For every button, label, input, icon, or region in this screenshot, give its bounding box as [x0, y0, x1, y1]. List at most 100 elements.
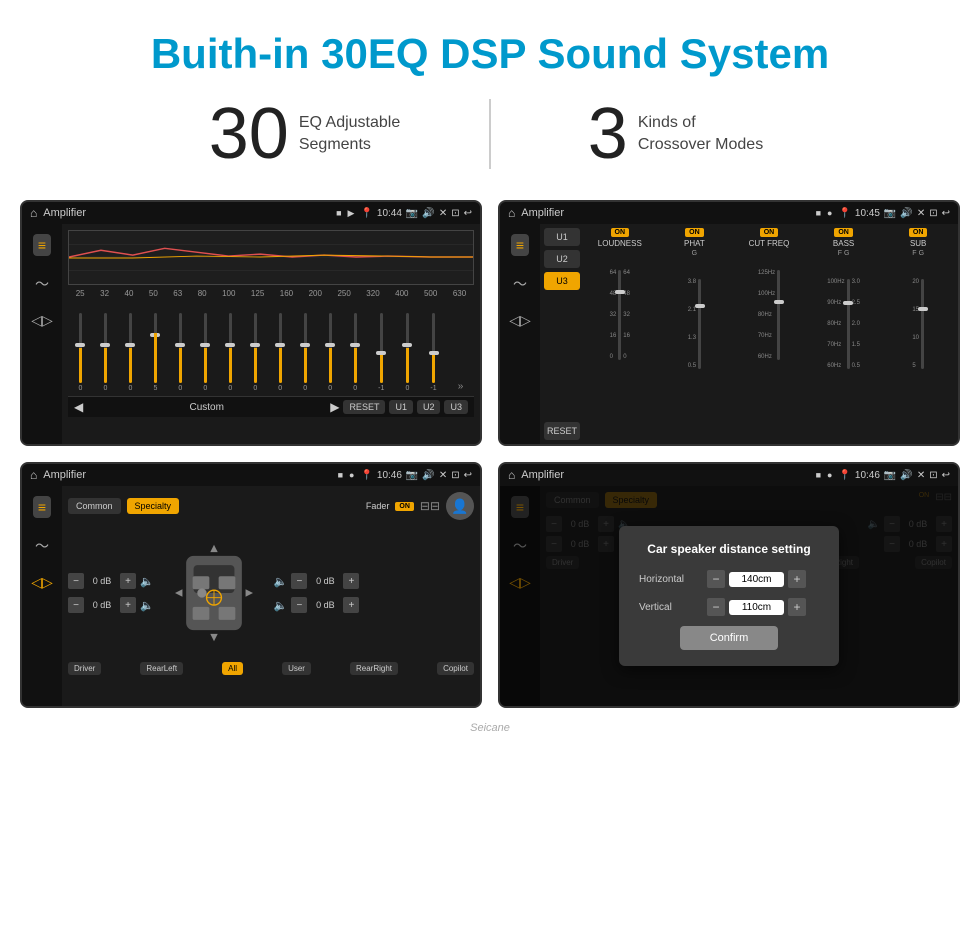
db-minus-rr[interactable]: −: [291, 597, 307, 613]
home-icon-2[interactable]: ⌂: [508, 206, 515, 220]
back-icon-1[interactable]: ↩: [464, 208, 472, 219]
specialty-sidebar: ≡ 〜 ◁▷: [22, 486, 62, 706]
back-icon-4[interactable]: ↩: [942, 470, 950, 481]
db-minus-fr[interactable]: −: [291, 573, 307, 589]
home-icon-4[interactable]: ⌂: [508, 468, 515, 482]
slider-col-6[interactable]: 0: [203, 313, 207, 392]
preset-u3[interactable]: U3: [544, 272, 580, 290]
eq-sidebar-wave[interactable]: 〜: [35, 274, 49, 294]
crossover-content: ≡ 〜 ◁▷ U1 U2 U3 RESET ON LOUDNESS: [500, 224, 958, 444]
horizontal-label: Horizontal: [639, 574, 699, 585]
user-avatar-btn[interactable]: 👤: [446, 492, 474, 520]
back-icon-3[interactable]: ↩: [464, 470, 472, 481]
eq-u2-btn[interactable]: U2: [417, 400, 441, 414]
slider-col-7[interactable]: 0: [228, 313, 232, 392]
vertical-minus[interactable]: −: [707, 598, 725, 616]
home-icon-1[interactable]: ⌂: [30, 206, 37, 220]
eq-u3-btn[interactable]: U3: [444, 400, 468, 414]
slider-col-13[interactable]: -1: [378, 313, 384, 392]
bass-toggle[interactable]: ON: [834, 228, 853, 237]
horizontal-input: − 140cm +: [707, 570, 806, 588]
slider-col-15[interactable]: -1: [430, 313, 436, 392]
sub-slider[interactable]: 2015105: [912, 259, 924, 369]
horizontal-plus[interactable]: +: [788, 570, 806, 588]
slider-col-4[interactable]: 5: [153, 313, 157, 392]
eq-next-btn[interactable]: ▶: [330, 400, 339, 414]
tab-common[interactable]: Common: [68, 498, 121, 514]
pos-copilot[interactable]: Copilot: [437, 662, 474, 675]
home-icon-3[interactable]: ⌂: [30, 468, 37, 482]
preset-u1[interactable]: U1: [544, 228, 580, 246]
db-plus-rl[interactable]: +: [120, 597, 136, 613]
slider-col-12[interactable]: 0: [353, 313, 357, 392]
slider-col-5[interactable]: 0: [178, 313, 182, 392]
camera-icon-3: 📷: [406, 470, 418, 481]
pos-all[interactable]: All: [222, 662, 243, 675]
cutfreq-slider[interactable]: 125Hz100Hz80Hz70Hz60Hz: [758, 250, 780, 360]
eq-reset-btn[interactable]: RESET: [343, 400, 385, 414]
pos-rearright[interactable]: RearRight: [350, 662, 398, 675]
fader-toggle[interactable]: ON: [395, 502, 414, 511]
loudness-toggle[interactable]: ON: [611, 228, 630, 237]
confirm-button[interactable]: Confirm: [680, 626, 779, 650]
specialty-sidebar-wave[interactable]: 〜: [35, 536, 49, 556]
crossover-sidebar-wave[interactable]: 〜: [513, 274, 527, 294]
db-plus-fl[interactable]: +: [120, 573, 136, 589]
eq-main-area: 253240506380100125160200250320400500630 …: [62, 224, 480, 444]
slider-col-1[interactable]: 0: [79, 313, 83, 392]
eq-sidebar-vol[interactable]: ◁▷: [31, 312, 53, 329]
specialty-main-area: Common Specialty Fader ON ⊟⊟ 👤 − 0 dB +: [62, 486, 480, 706]
slider-col-10[interactable]: 0: [303, 313, 307, 392]
screen-crossover: ⌂ Amplifier ■ ● 📍 10:45 📷 🔊 ✕ ⊡ ↩ ≡ 〜 ◁▷: [498, 200, 960, 446]
vertical-input: − 110cm +: [707, 598, 806, 616]
preset-u2[interactable]: U2: [544, 250, 580, 268]
tab-specialty[interactable]: Specialty: [127, 498, 180, 514]
crossover-sidebar-eq[interactable]: ≡: [511, 234, 529, 256]
window-icon-3[interactable]: ⊡: [451, 470, 459, 481]
x-icon-3[interactable]: ✕: [439, 470, 447, 481]
screens-grid: ⌂ Amplifier ■ ▶ 📍 10:44 📷 🔊 ✕ ⊡ ↩ ≡ 〜 ◁▷: [0, 200, 980, 728]
phat-toggle[interactable]: ON: [685, 228, 704, 237]
back-icon-2[interactable]: ↩: [942, 208, 950, 219]
app-name-3: Amplifier: [43, 469, 331, 481]
eq-u1-btn[interactable]: U1: [389, 400, 413, 414]
pos-user[interactable]: User: [282, 662, 311, 675]
db-plus-fr[interactable]: +: [343, 573, 359, 589]
play-icon-1[interactable]: ▶: [348, 208, 355, 219]
slider-col-3[interactable]: 0: [128, 313, 132, 392]
horizontal-minus[interactable]: −: [707, 570, 725, 588]
eq-prev-btn[interactable]: ◀: [74, 400, 83, 414]
sub-toggle[interactable]: ON: [909, 228, 928, 237]
db-plus-rr[interactable]: +: [343, 597, 359, 613]
eq-sidebar-eq[interactable]: ≡: [33, 234, 51, 256]
x-icon-1[interactable]: ✕: [439, 208, 447, 219]
vertical-row: Vertical − 110cm +: [639, 598, 819, 616]
loudness-slider[interactable]: 644832160 644832160: [610, 250, 630, 360]
slider-col-9[interactable]: 0: [278, 313, 282, 392]
eq-sidebar: ≡ 〜 ◁▷: [22, 224, 62, 444]
slider-col-2[interactable]: 0: [104, 313, 108, 392]
x-icon-4[interactable]: ✕: [917, 470, 925, 481]
db-minus-rl[interactable]: −: [68, 597, 84, 613]
bass-slider[interactable]: 100Hz90Hz80Hz70Hz60Hz 3.02.52.01.50.5: [827, 259, 860, 369]
volume-icon-3: 🔊: [422, 470, 434, 481]
x-icon-2[interactable]: ✕: [917, 208, 925, 219]
specialty-sidebar-vol[interactable]: ◁▷: [31, 574, 53, 591]
specialty-sidebar-eq[interactable]: ≡: [33, 496, 51, 518]
slider-col-14[interactable]: 0: [405, 313, 409, 392]
crossover-presets: U1 U2 U3 RESET: [544, 228, 580, 440]
pos-driver[interactable]: Driver: [68, 662, 101, 675]
slider-col-11[interactable]: 0: [328, 313, 332, 392]
window-icon-4[interactable]: ⊡: [929, 470, 937, 481]
cutfreq-toggle[interactable]: ON: [760, 228, 779, 237]
window-icon-1[interactable]: ⊡: [451, 208, 459, 219]
slider-col-8[interactable]: 0: [253, 313, 257, 392]
vertical-plus[interactable]: +: [788, 598, 806, 616]
crossover-reset-btn[interactable]: RESET: [544, 422, 580, 440]
phat-slider[interactable]: 3.82.11.30.5: [688, 259, 701, 369]
crossover-sidebar-vol[interactable]: ◁▷: [509, 312, 531, 329]
db-minus-fl[interactable]: −: [68, 573, 84, 589]
window-icon-2[interactable]: ⊡: [929, 208, 937, 219]
expand-arrows[interactable]: »: [458, 381, 464, 392]
pos-rearleft[interactable]: RearLeft: [140, 662, 183, 675]
